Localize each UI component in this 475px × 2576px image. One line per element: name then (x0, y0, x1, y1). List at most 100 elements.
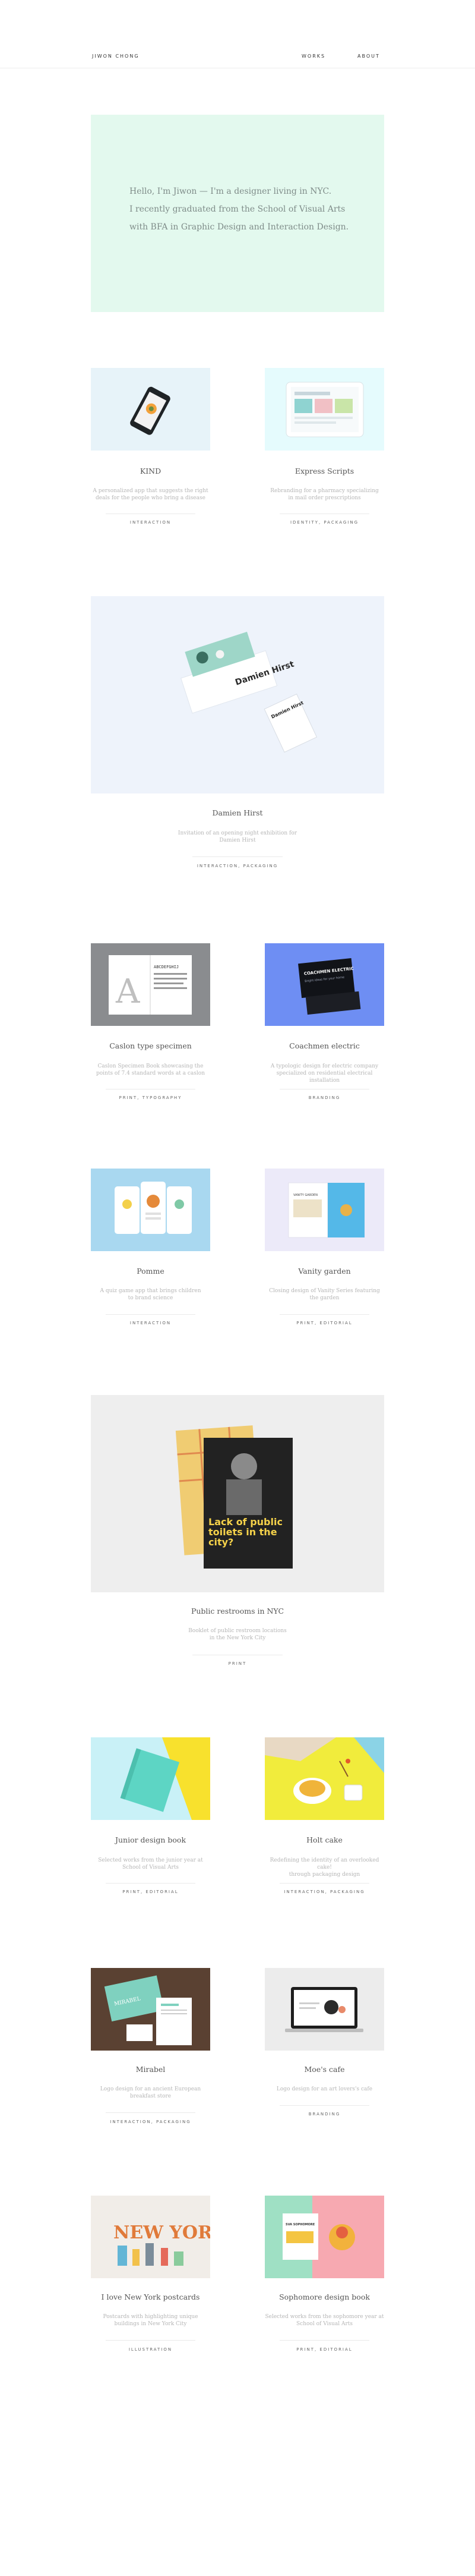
project-thumb-express-scripts[interactable] (265, 368, 384, 451)
svg-text:A: A (115, 972, 140, 1011)
project-description: Redefining the identity of an overlooked… (265, 1857, 384, 1878)
postcards-image: NEW YORK (113, 2222, 210, 2266)
project-title[interactable]: Coachmen electric (265, 1041, 384, 1050)
description-line: Caslon Specimen Book showcasing the (97, 1063, 204, 1069)
intro-line: I recently graduated from the School of … (129, 204, 346, 214)
project-tags: ILLUSTRATION (128, 2347, 173, 2352)
description-line: Logo design for an art lovers's cafe (276, 2086, 373, 2092)
intro-text: Hello, I'm Jiwon — I'm a designer living… (129, 182, 367, 236)
project-tags: BRANDING (308, 1095, 341, 1100)
site-logo[interactable]: JIWON CHONG (92, 53, 140, 59)
project-thumb-junior-design-book[interactable] (91, 1737, 210, 1820)
illustrated-type: NEW YORK (113, 2222, 210, 2243)
description-line: breakfast store (129, 2093, 172, 2099)
project-title[interactable]: Damien Hirst (91, 808, 384, 817)
project-thumb-kind[interactable] (91, 368, 210, 451)
project-thumb-mirabel[interactable]: MIRABEL (91, 1968, 210, 2051)
project-description: Caslon Specimen Book showcasing the poin… (91, 1063, 210, 1077)
divider (106, 2340, 195, 2341)
project-thumb-i-love-new-york[interactable]: NEW YORK (91, 2196, 210, 2278)
project-title[interactable]: Moe's cafe (265, 2065, 384, 2074)
description-line: Redefining the identity of an overlooked… (270, 1857, 379, 1870)
project-thumb-caslon[interactable]: A ABCDEFGHIJ (91, 943, 210, 1026)
booklet-image: Lack of public toilets in the city? (175, 1425, 293, 1569)
project-description: Postcards with highlighting unique build… (91, 2313, 210, 2328)
description-line: Selected works from the sophomore year a… (265, 2314, 384, 2320)
project-tags: INTERACTION, PACKAGING (197, 864, 278, 868)
intro-line: Hello, I'm Jiwon — I'm a designer living… (129, 187, 332, 196)
description-line: buildings in New York City (114, 2321, 187, 2327)
nav-works[interactable]: WORKS (302, 53, 325, 59)
project-tags: INTERACTION, PACKAGING (110, 2120, 191, 2124)
project-description: Rebranding for a pharmacy specializing i… (265, 487, 384, 502)
description-line: in the New York City (209, 1635, 266, 1641)
project-thumb-moes-cafe[interactable] (265, 1968, 384, 2051)
project-description: Invitation of an opening night exhibitio… (91, 830, 384, 844)
divider (280, 2105, 369, 2106)
phone-mockup-image (130, 386, 170, 435)
description-line: School of Visual Arts (296, 2321, 353, 2327)
project-thumb-coachmen[interactable]: COACHMEN ELECTRIC Bright ideas for your … (265, 943, 384, 1026)
stationery-image: MIRABEL (104, 1975, 192, 2045)
project-tags: PRINT, EDITORIAL (122, 1890, 179, 1894)
description-line: Selected works from the junior year at (98, 1857, 203, 1863)
project-description: Logo design for an ancient European brea… (91, 2086, 210, 2100)
project-thumb-holt-cake[interactable] (265, 1737, 384, 1820)
project-description: Logo design for an art lovers's cafe (265, 2086, 384, 2093)
book-spread-image: SVA SOPHOMORE (265, 2196, 355, 2278)
project-thumb-public-restrooms[interactable]: Lack of public toilets in the city? (91, 1395, 384, 1592)
project-tags: PRINT, EDITORIAL (296, 2347, 353, 2352)
business-card-image: COACHMEN ELECTRIC Bright ideas for your … (298, 958, 361, 1015)
editorial-print-image: VANITY GARDEN (288, 1182, 365, 1238)
divider (280, 1314, 369, 1315)
print-label: VANITY GARDEN (293, 1193, 318, 1197)
booklet-headline: Lack of public toilets in the city? (208, 1517, 283, 1548)
project-title[interactable]: Mirabel (91, 2065, 210, 2074)
description-line: Booklet of public restroom locations (188, 1628, 287, 1634)
project-title[interactable]: Pomme (91, 1267, 210, 1276)
project-title[interactable]: Sophomore design book (265, 2292, 384, 2301)
project-title[interactable]: KIND (91, 467, 210, 475)
divider (192, 856, 283, 857)
divider (106, 2112, 195, 2113)
project-title[interactable]: I love New York postcards (91, 2292, 210, 2301)
description-line: A personalized app that suggests the rig… (93, 488, 208, 494)
project-tags: PRINT (228, 1661, 247, 1666)
laptop-mockup-image (285, 1987, 363, 2032)
intro-panel: Hello, I'm Jiwon — I'm a designer living… (91, 115, 384, 312)
project-title[interactable]: Public restrooms in NYC (91, 1607, 384, 1615)
description-line: to brand science (128, 1295, 173, 1301)
description-line: through packaging design (289, 1872, 360, 1878)
project-description: A typologic design for electric company … (265, 1063, 384, 1084)
project-tags: BRANDING (308, 2112, 341, 2117)
project-tags: INTERACTION (129, 1321, 172, 1325)
description-line: deals for the people who bring a disease (96, 495, 205, 501)
project-title[interactable]: Holt cake (265, 1835, 384, 1844)
divider (280, 1883, 369, 1884)
project-description: Selected works from the sophomore year a… (265, 2313, 384, 2328)
description-line: Logo design for an ancient European (100, 2086, 201, 2092)
tablet-mockup-image (286, 382, 364, 437)
specimen-letters: ABCDEFGHIJ (154, 965, 179, 969)
project-title[interactable]: Vanity garden (265, 1267, 384, 1276)
project-tags: INTERACTION (129, 520, 172, 525)
description-line: A quiz game app that brings children (100, 1288, 201, 1294)
divider (280, 2340, 369, 2341)
project-tags: INTERACTION, PACKAGING (284, 1890, 365, 1894)
project-title[interactable]: Caslon type specimen (91, 1041, 210, 1050)
description-line: specialized on residential electrical in… (276, 1070, 373, 1084)
app-screens-image (115, 1182, 192, 1234)
project-title[interactable]: Junior design book (91, 1835, 210, 1844)
project-tags: PRINT, EDITORIAL (296, 1321, 353, 1325)
project-thumb-vanity-garden[interactable]: VANITY GARDEN (265, 1169, 384, 1251)
project-thumb-sophomore-design-book[interactable]: SVA SOPHOMORE (265, 2196, 384, 2278)
description-line: Invitation of an opening night exhibitio… (178, 830, 297, 836)
project-title[interactable]: Express Scripts (265, 467, 384, 475)
project-thumb-pomme[interactable] (91, 1169, 210, 1251)
project-description: A personalized app that suggests the rig… (91, 487, 210, 502)
nav-about[interactable]: ABOUT (357, 53, 380, 59)
site-header: JIWON CHONG WORKS ABOUT (0, 0, 475, 68)
description-line: in mail order prescriptions (288, 495, 361, 501)
description-line: A typologic design for electric company (270, 1063, 379, 1069)
project-thumb-damien-hirst[interactable]: Damien Hirst Damien Hirst (91, 596, 384, 793)
